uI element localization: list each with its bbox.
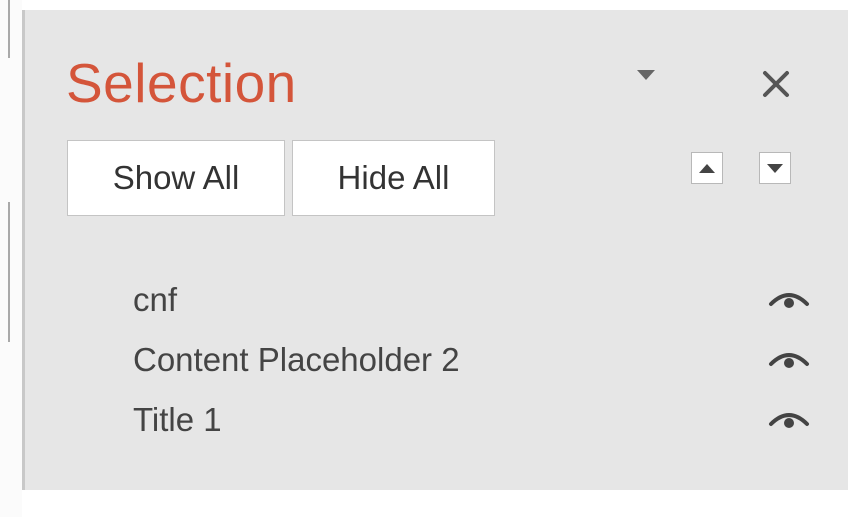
divider: [8, 202, 10, 342]
list-item-label: cnf: [133, 281, 178, 318]
divider: [8, 0, 10, 58]
list-item-cnf[interactable]: cnf: [133, 270, 823, 330]
selection-pane: Selection Show All Hide All cnf Content …: [22, 10, 848, 490]
pane-title: Selection: [66, 52, 297, 114]
list-item-title-1[interactable]: Title 1: [133, 390, 823, 450]
app-frame: Selection Show All Hide All cnf Content …: [0, 0, 853, 517]
send-backward-button[interactable]: [759, 152, 791, 184]
eye-icon[interactable]: [767, 282, 811, 312]
close-icon[interactable]: [760, 68, 792, 100]
hide-all-button[interactable]: Hide All: [292, 140, 495, 216]
list-item-label: Title 1: [133, 401, 222, 438]
eye-icon[interactable]: [767, 402, 811, 432]
triangle-up-icon: [699, 163, 715, 173]
bring-forward-button[interactable]: [691, 152, 723, 184]
list-item-content-placeholder-2[interactable]: Content Placeholder 2: [133, 330, 823, 390]
list-item-label: Content Placeholder 2: [133, 341, 460, 378]
eye-icon[interactable]: [767, 342, 811, 372]
document-edge: [0, 0, 22, 517]
show-all-button[interactable]: Show All: [67, 140, 285, 216]
task-pane-options-chevron-down-icon[interactable]: [637, 70, 655, 80]
triangle-down-icon: [767, 163, 783, 173]
